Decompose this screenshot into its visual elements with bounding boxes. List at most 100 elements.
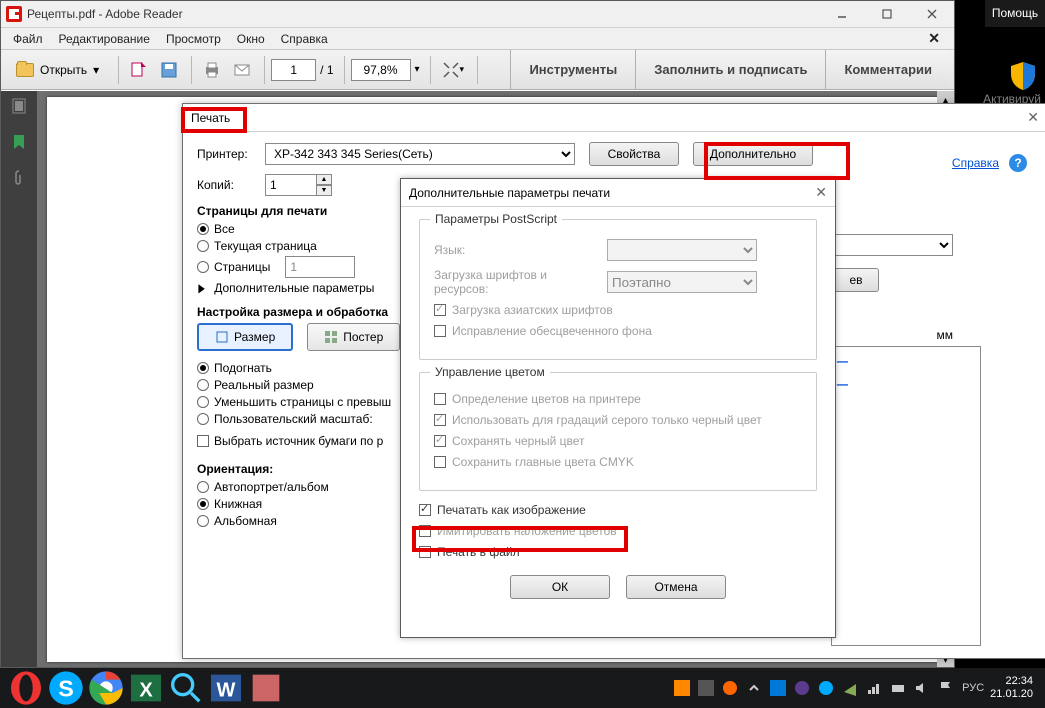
svg-text:X: X: [139, 679, 153, 701]
radio-actual[interactable]: [197, 379, 209, 391]
stray-button-ev[interactable]: ев: [833, 268, 879, 292]
ps-group-title: Параметры PostScript: [430, 212, 562, 226]
printer-select[interactable]: XP-342 343 345 Series(Сеть): [265, 143, 575, 165]
zoom-input[interactable]: [351, 59, 411, 81]
toolbar: Открыть ▾ / 1 ▾ ▾ Инструменты Заполнить …: [1, 50, 954, 90]
print-dialog-title: Печать: [191, 111, 230, 125]
cb-paper-source[interactable]: [197, 435, 209, 447]
menu-view[interactable]: Просмотр: [158, 32, 229, 46]
bookmark-icon[interactable]: [10, 133, 28, 151]
page-input[interactable]: [271, 59, 316, 81]
cb-bleach-label: Исправление обесцвеченного фона: [452, 324, 652, 338]
radio-all[interactable]: [197, 223, 209, 235]
print-help-link[interactable]: Справка: [952, 156, 999, 170]
fit-tool-icon[interactable]: ▾: [437, 56, 470, 84]
app-icon: [6, 6, 22, 22]
cb-as-image[interactable]: [419, 504, 431, 516]
tray-icon[interactable]: [674, 680, 690, 696]
taskbar-clock[interactable]: 22:34 21.01.20: [984, 675, 1039, 701]
pages-input[interactable]: [285, 256, 355, 278]
search-icon[interactable]: [166, 668, 206, 708]
tray-icon[interactable]: [794, 680, 810, 696]
tab-comments[interactable]: Комментарии: [825, 50, 950, 89]
cb-to-file[interactable]: [419, 546, 431, 558]
tab-size-button[interactable]: Размер: [197, 323, 293, 351]
app-icon-1[interactable]: [246, 668, 286, 708]
folder-icon: [16, 63, 34, 77]
copies-down[interactable]: ▼: [316, 185, 332, 196]
menu-help[interactable]: Справка: [273, 32, 336, 46]
adv-ok-button[interactable]: ОК: [510, 575, 610, 599]
tray-up-icon[interactable]: [746, 680, 762, 696]
opera-icon[interactable]: [6, 668, 46, 708]
radio-fit[interactable]: [197, 362, 209, 374]
tab-tools[interactable]: Инструменты: [510, 50, 635, 89]
cb-overprint-label: Имитировать наложение цветов: [437, 524, 617, 538]
open-label: Открыть: [40, 63, 87, 77]
radio-pages-label: Страницы: [214, 260, 270, 274]
stray-select[interactable]: [833, 234, 953, 256]
more-params-label[interactable]: Дополнительные параметры: [214, 281, 374, 295]
tray-network-icon[interactable]: [866, 680, 882, 696]
chrome-icon[interactable]: [86, 668, 126, 708]
help-icon[interactable]: ?: [1009, 154, 1027, 172]
tab-fillsign[interactable]: Заполнить и подписать: [635, 50, 825, 89]
cb-asian: [434, 304, 446, 316]
mm-label: мм: [833, 328, 953, 342]
tray-icon[interactable]: [698, 680, 714, 696]
print-dialog-close-icon[interactable]: ✕: [1027, 109, 1039, 126]
advanced-button[interactable]: Дополнительно: [693, 142, 813, 166]
tray-flag-icon[interactable]: [938, 680, 954, 696]
tray-print-icon[interactable]: [890, 680, 906, 696]
radio-shrink-label: Уменьшить страницы с превыш: [214, 395, 391, 409]
expand-arrow-icon[interactable]: ▶: [198, 281, 204, 295]
minimize-button[interactable]: [819, 1, 864, 28]
radio-custom[interactable]: [197, 413, 209, 425]
cb-keep-cmyk: [434, 456, 446, 468]
create-pdf-icon[interactable]: [125, 56, 153, 84]
radio-landscape[interactable]: [197, 515, 209, 527]
thumbnails-icon[interactable]: [10, 97, 28, 115]
menu-file[interactable]: Файл: [5, 32, 51, 46]
attachment-icon[interactable]: [10, 169, 28, 187]
print-icon[interactable]: [198, 56, 226, 84]
svg-text:W: W: [217, 679, 236, 701]
open-button[interactable]: Открыть ▾: [5, 56, 110, 84]
menu-close-icon[interactable]: ✕: [920, 30, 948, 47]
radio-shrink[interactable]: [197, 396, 209, 408]
window-title: Рецепты.pdf - Adobe Reader: [27, 7, 819, 21]
adv-cancel-button[interactable]: Отмена: [626, 575, 726, 599]
tray-skype-icon[interactable]: [818, 680, 834, 696]
radio-portrait[interactable]: [197, 498, 209, 510]
cb-as-image-label: Печатать как изображение: [437, 503, 586, 517]
tray-icon[interactable]: [722, 680, 738, 696]
radio-current-label: Текущая страница: [214, 239, 317, 253]
advanced-dialog-title: Дополнительные параметры печати: [409, 186, 610, 200]
cb-keep-black-label: Сохранять черный цвет: [452, 434, 585, 448]
menu-edit[interactable]: Редактирование: [51, 32, 158, 46]
advanced-dialog-close-icon[interactable]: ✕: [815, 184, 827, 201]
tray-icon[interactable]: [842, 680, 858, 696]
copies-up[interactable]: ▲: [316, 174, 332, 185]
radio-pages[interactable]: [197, 261, 209, 273]
maximize-button[interactable]: [864, 1, 909, 28]
radio-auto-orient[interactable]: [197, 481, 209, 493]
cb-asian-label: Загрузка азиатских шрифтов: [452, 303, 613, 317]
radio-current[interactable]: [197, 240, 209, 252]
properties-button[interactable]: Свойства: [589, 142, 679, 166]
skype-icon[interactable]: S: [46, 668, 86, 708]
excel-icon[interactable]: X: [126, 668, 166, 708]
tray-volume-icon[interactable]: [914, 680, 930, 696]
tab-poster-button[interactable]: Постер: [307, 323, 400, 351]
paper-source-label: Выбрать источник бумаги по р: [214, 434, 383, 448]
save-icon[interactable]: [155, 56, 183, 84]
tray-lang[interactable]: РУС: [962, 682, 984, 694]
word-icon[interactable]: W: [206, 668, 246, 708]
svg-text:S: S: [58, 675, 74, 701]
copies-input[interactable]: [265, 174, 317, 196]
email-icon[interactable]: [228, 56, 256, 84]
close-button[interactable]: [909, 1, 954, 28]
system-tray: РУС: [674, 680, 984, 696]
menu-window[interactable]: Окно: [229, 32, 273, 46]
tray-icon[interactable]: [770, 680, 786, 696]
